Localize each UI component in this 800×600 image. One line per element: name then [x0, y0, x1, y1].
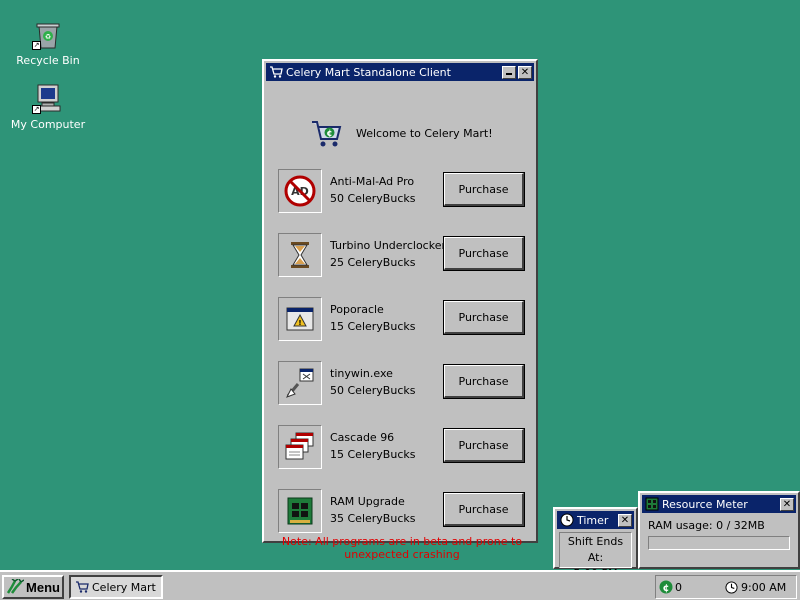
- shopping-cart-icon: [76, 581, 89, 593]
- celery-mart-window: Celery Mart Standalone Client ✕ ¢ Welcom…: [262, 59, 538, 561]
- ram-usage-bar: [648, 536, 790, 550]
- item-price: 50 CeleryBucks: [330, 192, 416, 205]
- timer-panel: Shift Ends At: 5:00 PM: [559, 532, 632, 580]
- desktop-icon-label: Recycle Bin: [16, 54, 80, 67]
- computer-icon: ↗: [32, 82, 64, 114]
- resource-meter-window: Resource Meter ✕ RAM usage: 0 / 32MB: [638, 491, 800, 569]
- shopping-cart-icon: [270, 66, 283, 78]
- item-name: RAM Upgrade: [330, 495, 405, 508]
- desktop-icon-recycle-bin[interactable]: ♻ ↗ Recycle Bin: [8, 18, 88, 67]
- clock-icon: [725, 580, 738, 594]
- purchase-button-cascade-96[interactable]: Purchase: [443, 428, 525, 463]
- store-item-ram-upgrade: RAM Upgrade 35 CeleryBucks Purchase: [278, 489, 528, 533]
- shopping-cart-icon: ¢: [312, 121, 342, 147]
- taskbar: Menu Celery Mart ¢ 0 9:00 AM: [0, 570, 800, 600]
- item-price: 25 CeleryBucks: [330, 256, 416, 269]
- welcome-banner: ¢ Welcome to Celery Mart!: [310, 117, 510, 149]
- item-name: Cascade 96: [330, 431, 395, 444]
- hourglass-icon: [278, 233, 322, 277]
- beta-warning-note: Note: All programs are in beta and prone…: [281, 535, 523, 561]
- window-title: Timer: [577, 513, 609, 527]
- ram-chip-icon: [645, 497, 659, 511]
- celery-logo-icon: [6, 579, 25, 594]
- balance-value: 0: [675, 580, 682, 594]
- clock-icon: [560, 513, 574, 527]
- close-button[interactable]: ✕: [618, 513, 632, 527]
- svg-text:♻: ♻: [45, 33, 51, 41]
- purchase-button-anti-mal-ad[interactable]: Purchase: [443, 172, 525, 207]
- celerybucks-balance: ¢ 0: [659, 580, 725, 594]
- desktop-icon-my-computer[interactable]: ↗ My Computer: [8, 82, 88, 131]
- celery-mart-titlebar[interactable]: Celery Mart Standalone Client ✕: [266, 63, 534, 81]
- store-item-tinywin: tinywin.exe 50 CeleryBucks Purchase: [278, 361, 528, 405]
- warning-popup-icon: !: [278, 297, 322, 341]
- shift-end-label: Shift Ends At:: [567, 535, 624, 564]
- timer-titlebar[interactable]: Timer ✕: [557, 511, 634, 529]
- store-item-turbino-underclocker: Turbino Underclocker 25 CeleryBucks Purc…: [278, 233, 528, 277]
- celerybucks-icon: ¢: [659, 580, 673, 594]
- clock-time: 9:00 AM: [741, 580, 787, 594]
- close-button[interactable]: ✕: [518, 65, 532, 79]
- svg-text:!: !: [298, 319, 301, 327]
- item-name: Turbino Underclocker: [330, 239, 446, 252]
- shrink-window-icon: [278, 361, 322, 405]
- taskbar-item-label: Celery Mart: [92, 580, 156, 594]
- welcome-text: Welcome to Celery Mart!: [356, 126, 493, 140]
- ram-chip-icon: [278, 489, 322, 533]
- item-price: 15 CeleryBucks: [330, 320, 416, 333]
- item-name: Anti-Mal-Ad Pro: [330, 175, 415, 188]
- purchase-button-ram-upgrade[interactable]: Purchase: [443, 492, 525, 527]
- item-price: 35 CeleryBucks: [330, 512, 416, 525]
- close-button[interactable]: ✕: [780, 497, 794, 511]
- item-price: 15 CeleryBucks: [330, 448, 416, 461]
- purchase-button-tinywin[interactable]: Purchase: [443, 364, 525, 399]
- system-tray: ¢ 0 9:00 AM: [655, 575, 797, 599]
- start-menu-button[interactable]: Menu: [2, 575, 64, 599]
- taskbar-item-celery-mart[interactable]: Celery Mart: [69, 575, 163, 599]
- minimize-button[interactable]: [502, 65, 516, 79]
- tray-clock: 9:00 AM: [725, 581, 786, 594]
- window-title: Celery Mart Standalone Client: [286, 65, 451, 79]
- store-item-poporacle: ! Poporacle 15 CeleryBucks Purchase: [278, 297, 528, 341]
- timer-window: Timer ✕ Shift Ends At: 5:00 PM: [553, 507, 638, 580]
- cascade-windows-icon: [278, 425, 322, 469]
- store-item-anti-mal-ad: AD Anti-Mal-Ad Pro 50 CeleryBucks Purcha…: [278, 169, 528, 213]
- svg-text:¢: ¢: [326, 129, 332, 139]
- svg-text:¢: ¢: [663, 583, 670, 594]
- purchase-button-poporacle[interactable]: Purchase: [443, 300, 525, 335]
- purchase-button-turbino-underclocker[interactable]: Purchase: [443, 236, 525, 271]
- desktop-icon-label: My Computer: [10, 118, 86, 131]
- celery-mart-client: ¢ Welcome to Celery Mart! AD Anti-Mal-Ad…: [266, 81, 534, 561]
- item-name: Poporacle: [330, 303, 384, 316]
- ram-usage-label: RAM usage: 0 / 32MB: [648, 519, 765, 532]
- recycle-bin-icon: ♻ ↗: [32, 18, 64, 50]
- window-title: Resource Meter: [662, 497, 748, 511]
- start-menu-label: Menu: [26, 579, 60, 595]
- no-ads-icon: AD: [278, 169, 322, 213]
- store-item-cascade-96: Cascade 96 15 CeleryBucks Purchase: [278, 425, 528, 469]
- item-price: 50 CeleryBucks: [330, 384, 416, 397]
- resource-meter-titlebar[interactable]: Resource Meter ✕: [642, 495, 796, 513]
- item-name: tinywin.exe: [330, 367, 393, 380]
